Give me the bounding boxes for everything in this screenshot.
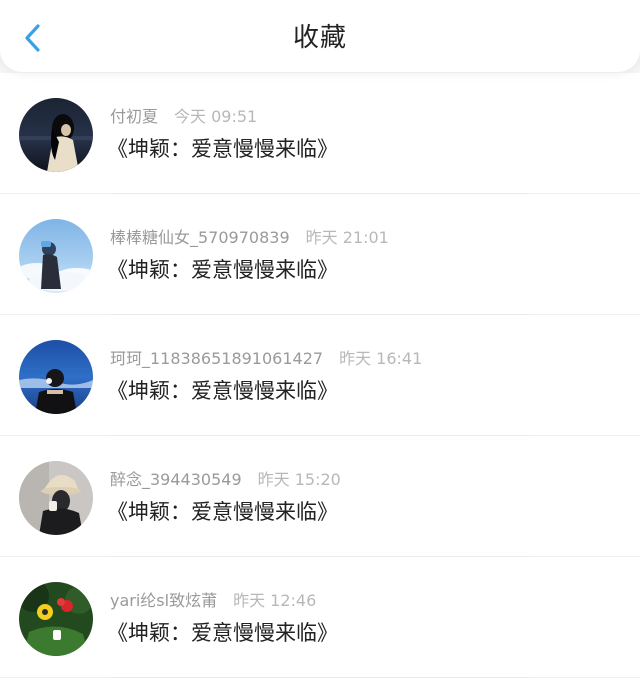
timestamp: 昨天 12:46 — [233, 591, 317, 610]
item-meta: yari纶sl致炫莆 昨天 12:46 — [110, 590, 316, 612]
top-bar: 收藏 — [0, 0, 640, 72]
book-title[interactable]: 《坤颖：爱意慢慢来临》 — [107, 255, 338, 285]
timestamp: 昨天 15:20 — [257, 470, 341, 489]
avatar-hat-icon — [19, 461, 93, 535]
username[interactable]: yari纶sl致炫莆 — [110, 591, 217, 610]
book-title[interactable]: 《坤颖：爱意慢慢来临》 — [107, 497, 338, 527]
avatar-night-sea-icon — [19, 98, 93, 172]
item-meta: 珂珂_11838651891061427 昨天 16:41 — [110, 348, 422, 370]
list-item[interactable]: 醉念_394430549 昨天 15:20 《坤颖：爱意慢慢来临》 — [0, 436, 640, 557]
avatar[interactable] — [19, 219, 93, 293]
item-meta: 醉念_394430549 昨天 15:20 — [110, 469, 341, 491]
favorites-screen: 收藏 付初夏 今天 09:51 《坤颖：爱意慢慢来临》 棒棒糖仙女_570970… — [0, 0, 640, 678]
avatar-toys-icon — [19, 582, 93, 656]
book-title[interactable]: 《坤颖：爱意慢慢来临》 — [107, 618, 338, 648]
book-title[interactable]: 《坤颖：爱意慢慢来临》 — [107, 376, 338, 406]
timestamp: 昨天 21:01 — [305, 228, 389, 247]
list-item[interactable]: 棒棒糖仙女_570970839 昨天 21:01 《坤颖：爱意慢慢来临》 — [0, 194, 640, 315]
timestamp: 今天 09:51 — [174, 107, 258, 126]
avatar-sky-icon — [19, 219, 93, 293]
item-meta: 棒棒糖仙女_570970839 昨天 21:01 — [110, 227, 389, 249]
timestamp: 昨天 16:41 — [339, 349, 423, 368]
favorites-list: 付初夏 今天 09:51 《坤颖：爱意慢慢来临》 棒棒糖仙女_570970839… — [0, 73, 640, 678]
username[interactable]: 珂珂_11838651891061427 — [110, 349, 323, 368]
avatar-ocean-icon — [19, 340, 93, 414]
username[interactable]: 醉念_394430549 — [110, 470, 242, 489]
page-title: 收藏 — [292, 23, 347, 53]
avatar[interactable] — [19, 340, 93, 414]
list-item[interactable]: yari纶sl致炫莆 昨天 12:46 《坤颖：爱意慢慢来临》 — [0, 557, 640, 678]
username[interactable]: 棒棒糖仙女_570970839 — [110, 228, 290, 247]
list-item[interactable]: 付初夏 今天 09:51 《坤颖：爱意慢慢来临》 — [0, 73, 640, 194]
avatar[interactable] — [19, 461, 93, 535]
item-meta: 付初夏 今天 09:51 — [110, 106, 257, 128]
username[interactable]: 付初夏 — [110, 107, 158, 126]
book-title[interactable]: 《坤颖：爱意慢慢来临》 — [107, 134, 338, 164]
avatar[interactable] — [19, 98, 93, 172]
avatar[interactable] — [19, 582, 93, 656]
list-item[interactable]: 珂珂_11838651891061427 昨天 16:41 《坤颖：爱意慢慢来临》 — [0, 315, 640, 436]
